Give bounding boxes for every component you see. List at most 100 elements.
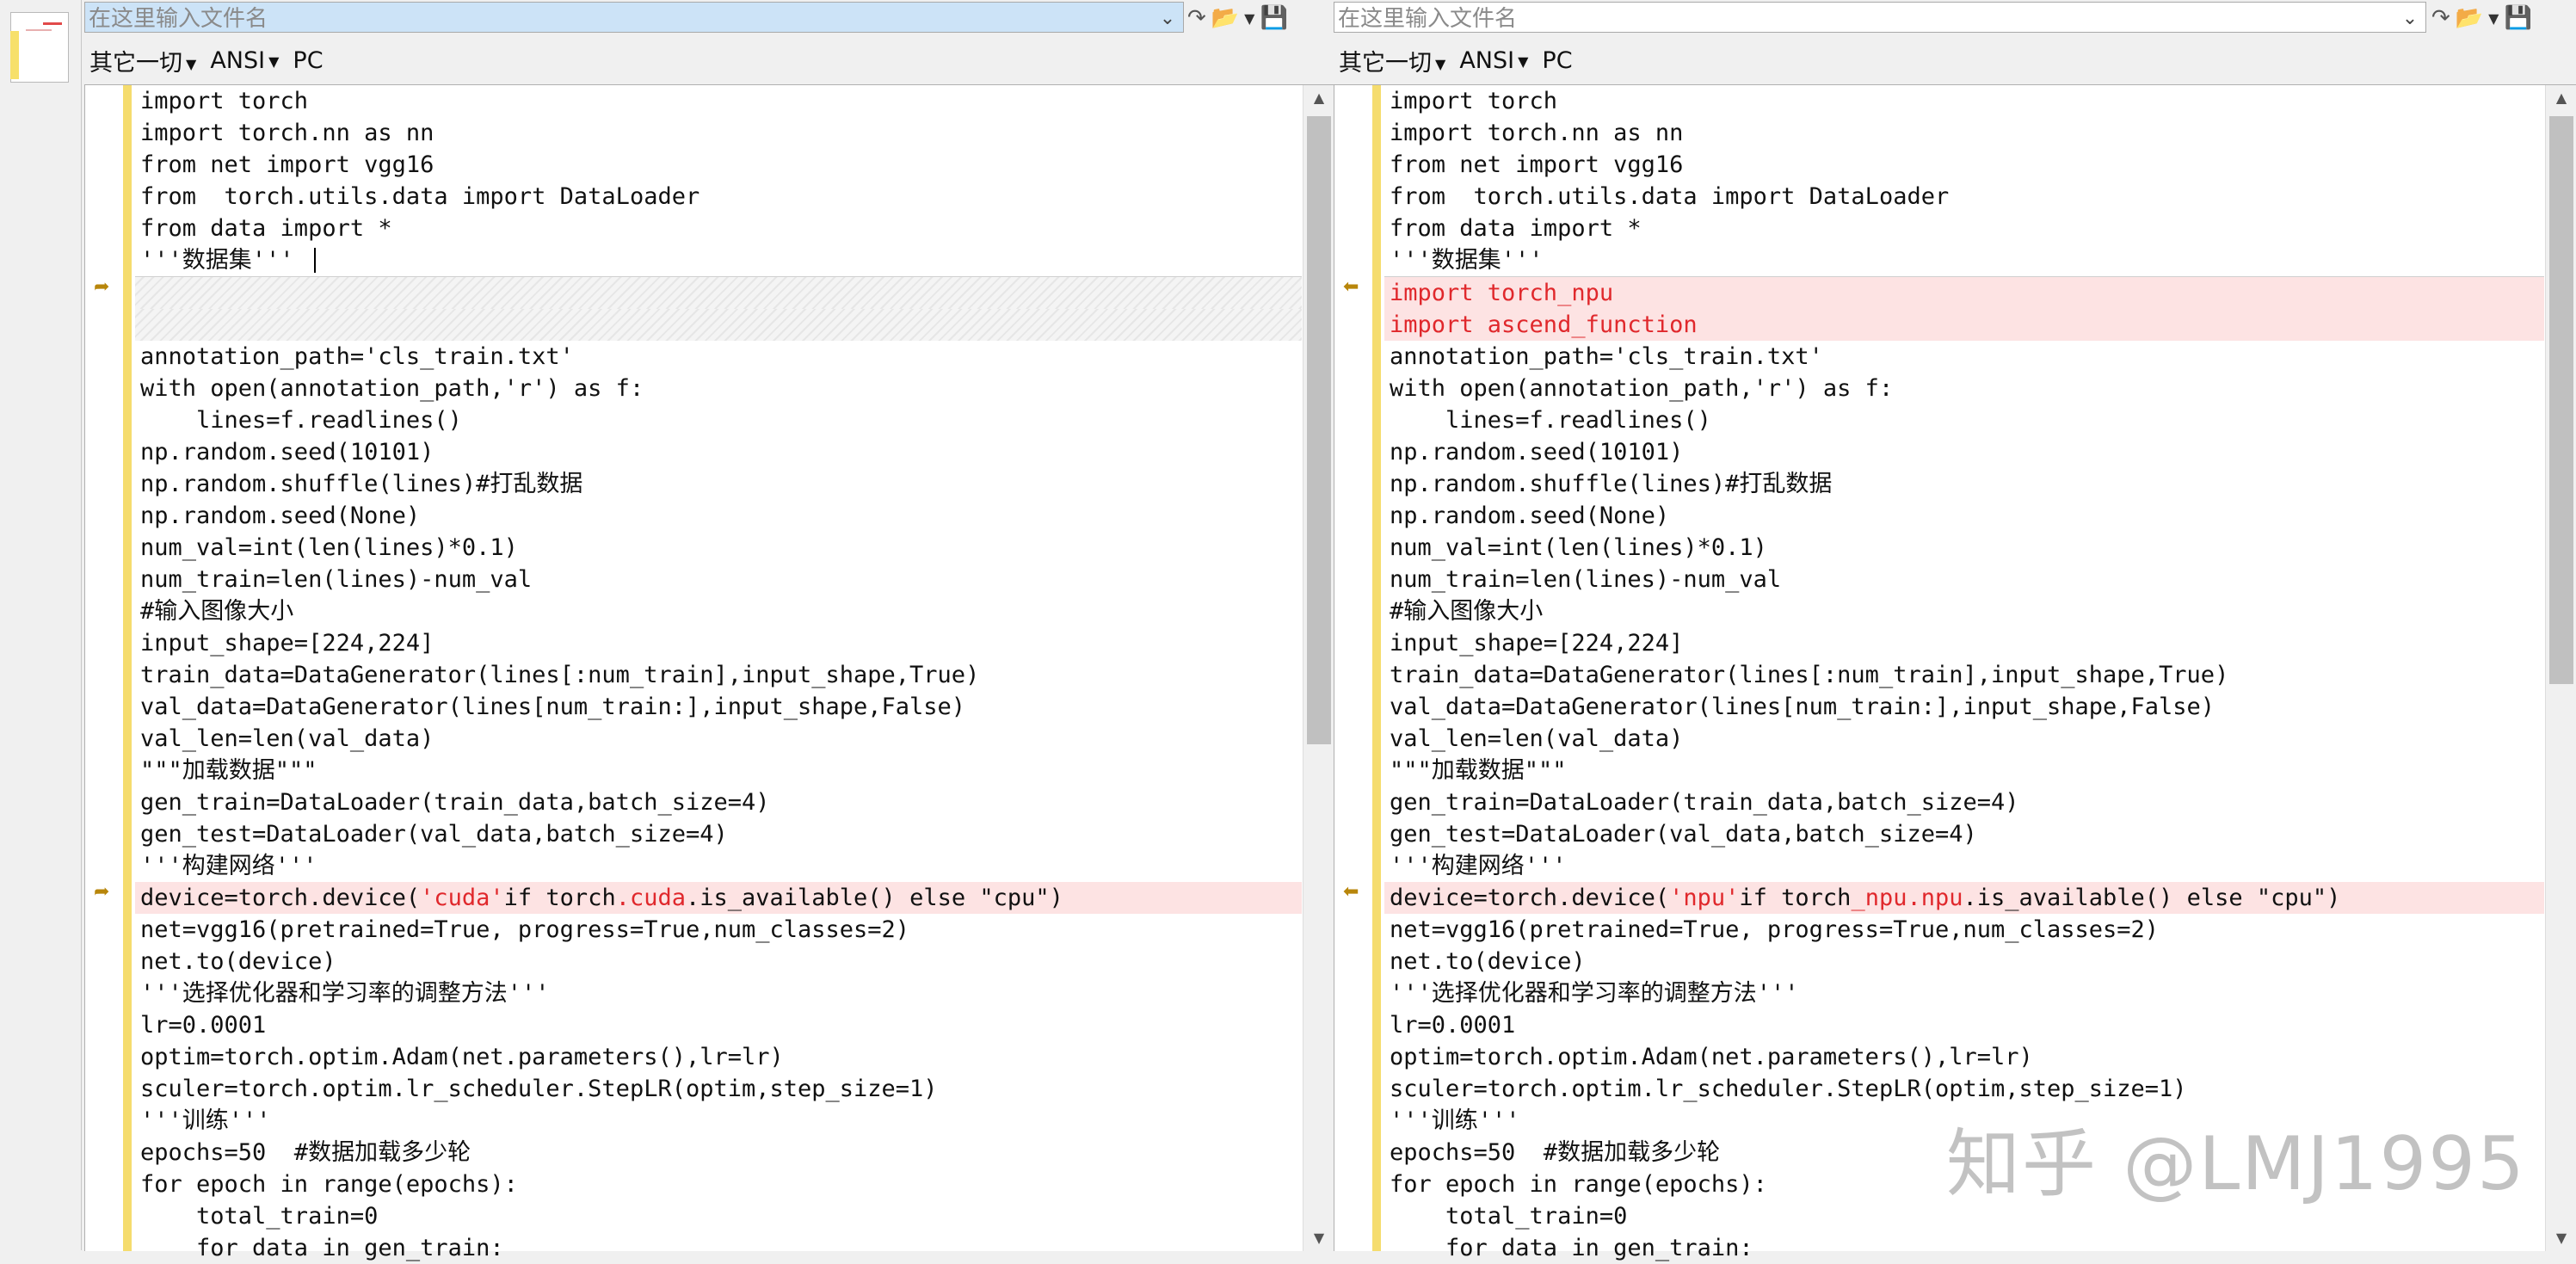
code-line[interactable]: annotation_path='cls_train.txt' <box>1384 341 2544 373</box>
folder-open-icon[interactable]: 📂 <box>2456 4 2483 32</box>
code-line[interactable]: '''数据集''' <box>135 244 1302 277</box>
arrow-right-icon[interactable]: ➦ <box>94 881 109 903</box>
code-line[interactable]: lr=0.0001 <box>135 1009 1302 1041</box>
code-line[interactable]: """加载数据""" <box>135 755 1302 786</box>
code-line[interactable]: '''选择优化器和学习率的调整方法''' <box>1384 977 2544 1009</box>
code-line[interactable] <box>135 309 1302 341</box>
code-line[interactable]: input_shape=[224,224] <box>135 627 1302 659</box>
code-line[interactable]: with open(annotation_path,'r') as f: <box>135 373 1302 404</box>
code-line[interactable]: import torch.nn as nn <box>135 117 1302 149</box>
left-filename-input[interactable]: 在这里输入文件名 ⌄ <box>84 2 1184 33</box>
code-line[interactable]: net=vgg16(pretrained=True, progress=True… <box>135 914 1302 946</box>
dropdown-arrow-icon[interactable]: ▼ <box>2488 4 2499 32</box>
code-line[interactable]: train_data=DataGenerator(lines[:num_trai… <box>1384 659 2544 691</box>
right-vertical-scrollbar[interactable]: ▲ ▼ <box>2545 85 2576 1251</box>
code-line[interactable]: net=vgg16(pretrained=True, progress=True… <box>1384 914 2544 946</box>
code-line[interactable]: """加载数据""" <box>1384 755 2544 786</box>
right-code-lines[interactable]: import torch import torch.nn as nn from ne… <box>1384 85 2544 1264</box>
scroll-thumb[interactable] <box>1307 116 1331 744</box>
code-line[interactable]: from data import * <box>1384 213 2544 244</box>
code-line[interactable]: #输入图像大小 <box>1384 595 2544 627</box>
line-ending-label[interactable]: PC <box>1542 47 1572 74</box>
code-line[interactable]: lines=f.readlines() <box>1384 404 2544 436</box>
scroll-up-icon[interactable]: ▲ <box>1303 85 1334 111</box>
code-line[interactable]: for data in gen_train: <box>135 1232 1302 1264</box>
code-line[interactable]: epochs=50 #数据加载多少轮 <box>135 1137 1302 1168</box>
code-line[interactable]: '''构建网络''' <box>1384 850 2544 882</box>
code-line[interactable]: import torch <box>135 85 1302 117</box>
encoding-dropdown[interactable]: ANSI ▼ <box>1459 47 1528 74</box>
code-line[interactable]: np.random.shuffle(lines)#打乱数据 <box>1384 468 2544 500</box>
dropdown-arrow-icon[interactable]: ▼ <box>1244 4 1254 32</box>
code-line[interactable]: input_shape=[224,224] <box>1384 627 2544 659</box>
code-line[interactable] <box>135 277 1302 309</box>
code-line[interactable]: sculer=torch.optim.lr_scheduler.StepLR(o… <box>135 1073 1302 1105</box>
diff-overview-panel[interactable] <box>0 0 82 1250</box>
code-line[interactable]: total_train=0 <box>135 1200 1302 1232</box>
code-line[interactable]: device=torch.device('cuda'if torch.cuda.… <box>135 882 1302 914</box>
chevron-down-icon[interactable]: ⌄ <box>2396 3 2424 32</box>
code-line[interactable]: net.to(device) <box>135 946 1302 977</box>
code-line[interactable]: for data in gen_train: <box>1384 1232 2544 1264</box>
scroll-down-icon[interactable]: ▼ <box>2546 1225 2576 1251</box>
code-line[interactable]: val_data=DataGenerator(lines[num_train:]… <box>1384 691 2544 723</box>
code-line[interactable]: with open(annotation_path,'r') as f: <box>1384 373 2544 404</box>
scroll-down-icon[interactable]: ▼ <box>1303 1225 1334 1251</box>
code-line[interactable]: #输入图像大小 <box>135 595 1302 627</box>
code-line[interactable]: from net import vgg16 <box>135 149 1302 181</box>
reload-icon[interactable]: ↷ <box>1187 4 1206 32</box>
left-editor[interactable]: ➦ ➦ import torch import torch.nn as nn fro… <box>84 84 1334 1261</box>
code-line[interactable]: gen_test=DataLoader(val_data,batch_size=… <box>1384 818 2544 850</box>
save-icon[interactable]: 💾 <box>2504 4 2531 32</box>
code-line[interactable]: num_train=len(lines)-num_val <box>135 564 1302 595</box>
filter-dropdown[interactable]: 其它一切 ▼ <box>89 44 196 77</box>
code-line[interactable]: from torch.utils.data import DataLoader <box>1384 181 2544 213</box>
code-line[interactable]: num_val=int(len(lines)*0.1) <box>135 532 1302 564</box>
folder-open-icon[interactable]: 📂 <box>1211 4 1239 32</box>
code-line[interactable]: optim=torch.optim.Adam(net.parameters(),… <box>1384 1041 2544 1073</box>
code-line[interactable]: lr=0.0001 <box>1384 1009 2544 1041</box>
encoding-dropdown[interactable]: ANSI ▼ <box>210 47 279 74</box>
code-line[interactable]: np.random.seed(10101) <box>1384 436 2544 468</box>
code-line[interactable]: import torch_npu <box>1384 277 2544 309</box>
code-line[interactable]: from torch.utils.data import DataLoader <box>135 181 1302 213</box>
code-line[interactable]: gen_test=DataLoader(val_data,batch_size=… <box>135 818 1302 850</box>
arrow-left-icon[interactable]: ⬅ <box>1343 881 1359 903</box>
code-line[interactable]: np.random.shuffle(lines)#打乱数据 <box>135 468 1302 500</box>
line-ending-label[interactable]: PC <box>293 47 323 74</box>
code-line[interactable]: sculer=torch.optim.lr_scheduler.StepLR(o… <box>1384 1073 2544 1105</box>
reload-icon[interactable]: ↷ <box>2431 4 2450 32</box>
left-vertical-scrollbar[interactable]: ▲ ▼ <box>1303 85 1334 1251</box>
right-editor[interactable]: ⬅ ⬅ import torch import torch.nn as nn fro… <box>1334 84 2576 1261</box>
code-line[interactable]: device=torch.device('npu'if torch_npu.np… <box>1384 882 2544 914</box>
code-line[interactable]: num_val=int(len(lines)*0.1) <box>1384 532 2544 564</box>
code-line[interactable]: np.random.seed(10101) <box>135 436 1302 468</box>
code-line[interactable]: np.random.seed(None) <box>1384 500 2544 532</box>
right-filename-input[interactable]: 在这里输入文件名 ⌄ <box>1334 2 2426 33</box>
code-line[interactable]: val_len=len(val_data) <box>1384 723 2544 755</box>
code-line[interactable]: from data import * <box>135 213 1302 244</box>
code-line[interactable]: num_train=len(lines)-num_val <box>1384 564 2544 595</box>
scroll-thumb[interactable] <box>2549 116 2573 684</box>
scroll-up-icon[interactable]: ▲ <box>2546 85 2576 111</box>
code-line[interactable]: import torch.nn as nn <box>1384 117 2544 149</box>
arrow-left-icon[interactable]: ⬅ <box>1343 276 1359 298</box>
code-line[interactable]: net.to(device) <box>1384 946 2544 977</box>
filter-dropdown[interactable]: 其它一切 ▼ <box>1339 44 1445 77</box>
code-line[interactable]: '''训练''' <box>135 1105 1302 1137</box>
code-line[interactable]: np.random.seed(None) <box>135 500 1302 532</box>
code-line[interactable]: from net import vgg16 <box>1384 149 2544 181</box>
code-line[interactable]: import torch <box>1384 85 2544 117</box>
arrow-right-icon[interactable]: ➦ <box>94 276 109 298</box>
code-line[interactable]: '''选择优化器和学习率的调整方法''' <box>135 977 1302 1009</box>
code-line[interactable]: '''构建网络''' <box>135 850 1302 882</box>
code-line[interactable]: gen_train=DataLoader(train_data,batch_si… <box>1384 786 2544 818</box>
save-icon[interactable]: 💾 <box>1260 4 1287 32</box>
code-line[interactable]: gen_train=DataLoader(train_data,batch_si… <box>135 786 1302 818</box>
code-line[interactable]: import ascend_function <box>1384 309 2544 341</box>
code-line[interactable]: annotation_path='cls_train.txt' <box>135 341 1302 373</box>
code-line[interactable]: val_data=DataGenerator(lines[num_train:]… <box>135 691 1302 723</box>
code-line[interactable]: '''数据集''' <box>1384 244 2544 277</box>
code-line[interactable]: lines=f.readlines() <box>135 404 1302 436</box>
code-line[interactable]: val_len=len(val_data) <box>135 723 1302 755</box>
